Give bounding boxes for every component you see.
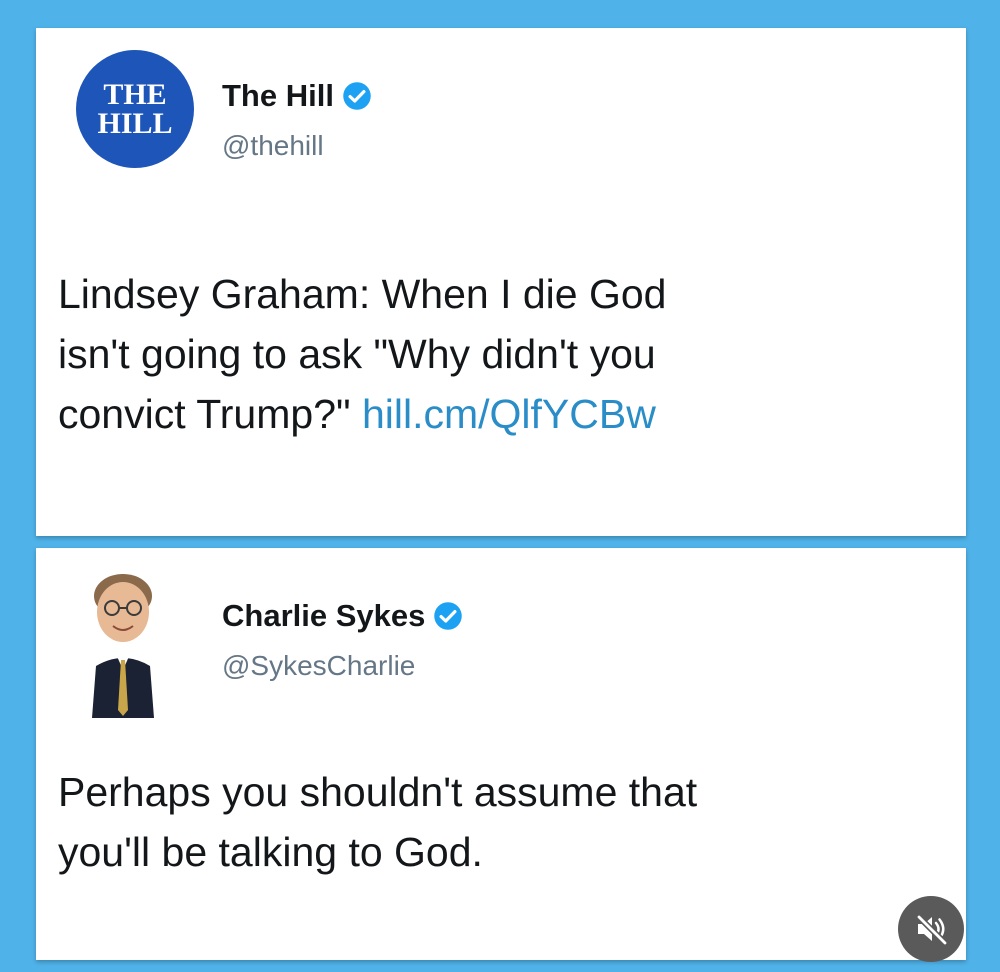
speaker-muted-icon (916, 914, 948, 946)
tweet-text-line: isn't going to ask "Why didn't you (58, 331, 656, 377)
avatar-logo-line1: THE (103, 78, 167, 111)
author-name[interactable]: The Hill (222, 78, 372, 114)
tweet-text-line: Perhaps you shouldn't assume that (58, 769, 698, 815)
author-name-text: Charlie Sykes (222, 598, 426, 633)
author-handle[interactable]: @thehill (222, 130, 324, 162)
tweet-text-line-part: convict Trump?" (58, 391, 351, 437)
verified-badge-icon (434, 602, 463, 630)
verified-badge-icon (343, 82, 371, 110)
avatar-logo-line2: HILL (97, 107, 173, 140)
mute-button[interactable] (898, 896, 964, 962)
tweet-text-line: you'll be talking to God. (58, 829, 483, 875)
avatar-thehill-logo[interactable]: THE HILL (76, 50, 194, 168)
tweet-text: Perhaps you shouldn't assume that you'll… (58, 762, 697, 882)
tweet-link[interactable]: hill.cm/QlfYCBw (362, 391, 656, 437)
tweet-text-line: convict Trump?" hill.cm/QlfYCBw (58, 384, 666, 444)
tweet-text-line: Lindsey Graham: When I die God (58, 271, 667, 317)
tweet-text: Lindsey Graham: When I die God isn't goi… (58, 264, 666, 444)
tweet-card-sykescharlie[interactable]: Charlie Sykes @SykesCharlie Perhaps you … (36, 548, 966, 960)
avatar-charlie-sykes[interactable] (88, 570, 158, 718)
author-handle[interactable]: @SykesCharlie (222, 650, 415, 682)
author-name[interactable]: Charlie Sykes (222, 598, 463, 634)
tweet-card-thehill[interactable]: THE HILL The Hill @thehill Lindsey Graha… (36, 28, 966, 536)
author-name-text: The Hill (222, 78, 334, 113)
